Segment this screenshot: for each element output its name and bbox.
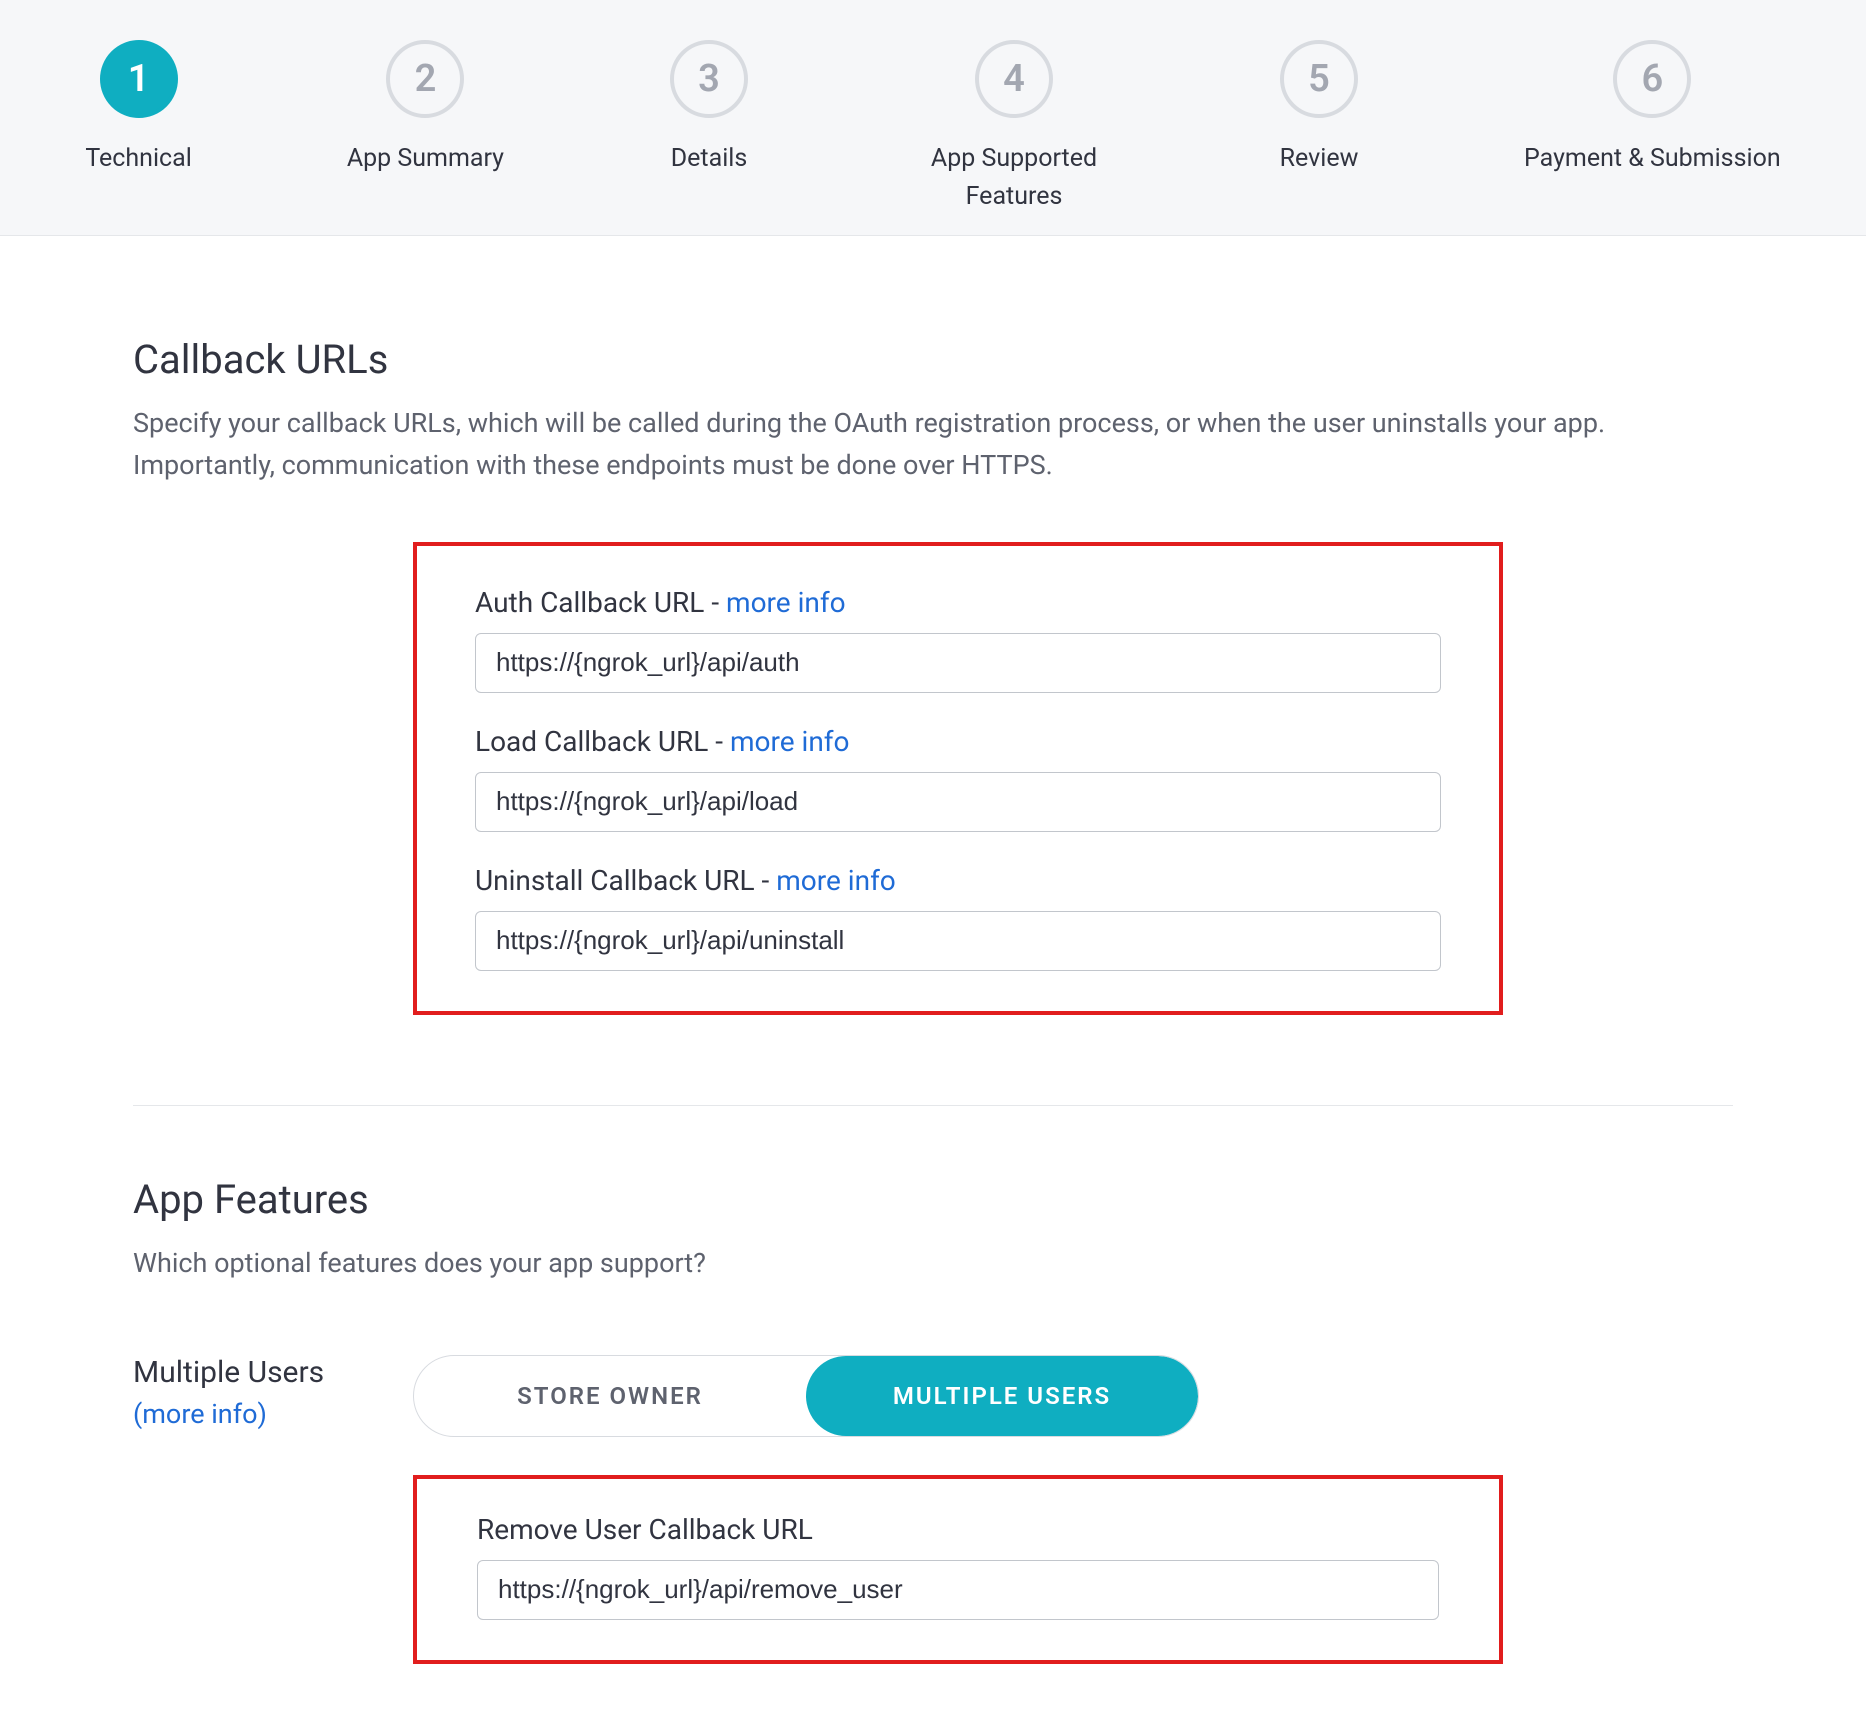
remove-user-callback-label: Remove User Callback URL xyxy=(477,1513,1439,1546)
section-divider xyxy=(133,1105,1733,1106)
step-circle: 2 xyxy=(386,40,464,118)
multiple-users-toggle: STORE OWNER MULTIPLE USERS xyxy=(413,1355,1199,1437)
label-text: Load Callback URL xyxy=(475,725,708,758)
load-callback-field-group: Load Callback URL - more info xyxy=(475,725,1441,832)
stepper: 1 Technical 2 App Summary 3 Details 4 Ap… xyxy=(0,40,1866,215)
uninstall-callback-input[interactable] xyxy=(475,911,1441,971)
multiple-users-more-info-link[interactable]: (more info) xyxy=(133,1398,267,1430)
step-label: App Supported Features xyxy=(914,140,1114,215)
uninstall-callback-more-info-link[interactable]: more info xyxy=(776,864,896,897)
step-app-summary[interactable]: 2 App Summary xyxy=(347,40,504,215)
step-details[interactable]: 3 Details xyxy=(659,40,759,215)
load-callback-input[interactable] xyxy=(475,772,1441,832)
content: Callback URLs Specify your callback URLs… xyxy=(53,236,1813,1724)
step-circle: 4 xyxy=(975,40,1053,118)
auth-callback-more-info-link[interactable]: more info xyxy=(726,586,846,619)
step-technical[interactable]: 1 Technical xyxy=(85,40,191,215)
remove-user-field-group: Remove User Callback URL xyxy=(477,1513,1439,1620)
stepper-bar: 1 Technical 2 App Summary 3 Details 4 Ap… xyxy=(0,0,1866,236)
step-circle: 3 xyxy=(670,40,748,118)
step-label: Review xyxy=(1280,140,1359,178)
step-circle: 6 xyxy=(1613,40,1691,118)
uninstall-callback-label: Uninstall Callback URL - more info xyxy=(475,864,1441,897)
step-label: App Summary xyxy=(347,140,504,178)
label-sep: - xyxy=(708,725,730,758)
step-label: Details xyxy=(671,140,748,178)
multiple-users-label: Multiple Users xyxy=(133,1355,413,1390)
step-app-supported-features[interactable]: 4 App Supported Features xyxy=(914,40,1114,215)
auth-callback-field-group: Auth Callback URL - more info xyxy=(475,586,1441,693)
step-payment-submission[interactable]: 6 Payment & Submission xyxy=(1524,40,1781,215)
auth-callback-label: Auth Callback URL - more info xyxy=(475,586,1441,619)
app-features-description: Which optional features does your app su… xyxy=(133,1243,1733,1285)
label-sep: - xyxy=(704,586,726,619)
app-features-title: App Features xyxy=(133,1176,1733,1223)
remove-user-callback-input[interactable] xyxy=(477,1560,1439,1620)
step-label: Payment & Submission xyxy=(1524,140,1781,178)
multiple-users-label-col: Multiple Users (more info) xyxy=(133,1355,413,1430)
load-callback-label: Load Callback URL - more info xyxy=(475,725,1441,758)
step-circle: 1 xyxy=(100,40,178,118)
toggle-store-owner[interactable]: STORE OWNER xyxy=(414,1356,806,1436)
label-sep: - xyxy=(755,864,777,897)
multiple-users-row: Multiple Users (more info) STORE OWNER M… xyxy=(133,1355,1733,1437)
uninstall-callback-field-group: Uninstall Callback URL - more info xyxy=(475,864,1441,971)
step-circle: 5 xyxy=(1280,40,1358,118)
callback-urls-highlight-box: Auth Callback URL - more info Load Callb… xyxy=(413,542,1503,1015)
toggle-multiple-users[interactable]: MULTIPLE USERS xyxy=(806,1356,1198,1436)
callback-urls-description: Specify your callback URLs, which will b… xyxy=(133,403,1733,487)
label-text: Auth Callback URL xyxy=(475,586,704,619)
label-text: Uninstall Callback URL xyxy=(475,864,755,897)
callback-urls-title: Callback URLs xyxy=(133,336,1733,383)
auth-callback-input[interactable] xyxy=(475,633,1441,693)
step-label: Technical xyxy=(85,140,191,178)
step-review[interactable]: 5 Review xyxy=(1269,40,1369,215)
load-callback-more-info-link[interactable]: more info xyxy=(730,725,850,758)
remove-user-highlight-box: Remove User Callback URL xyxy=(413,1475,1503,1664)
